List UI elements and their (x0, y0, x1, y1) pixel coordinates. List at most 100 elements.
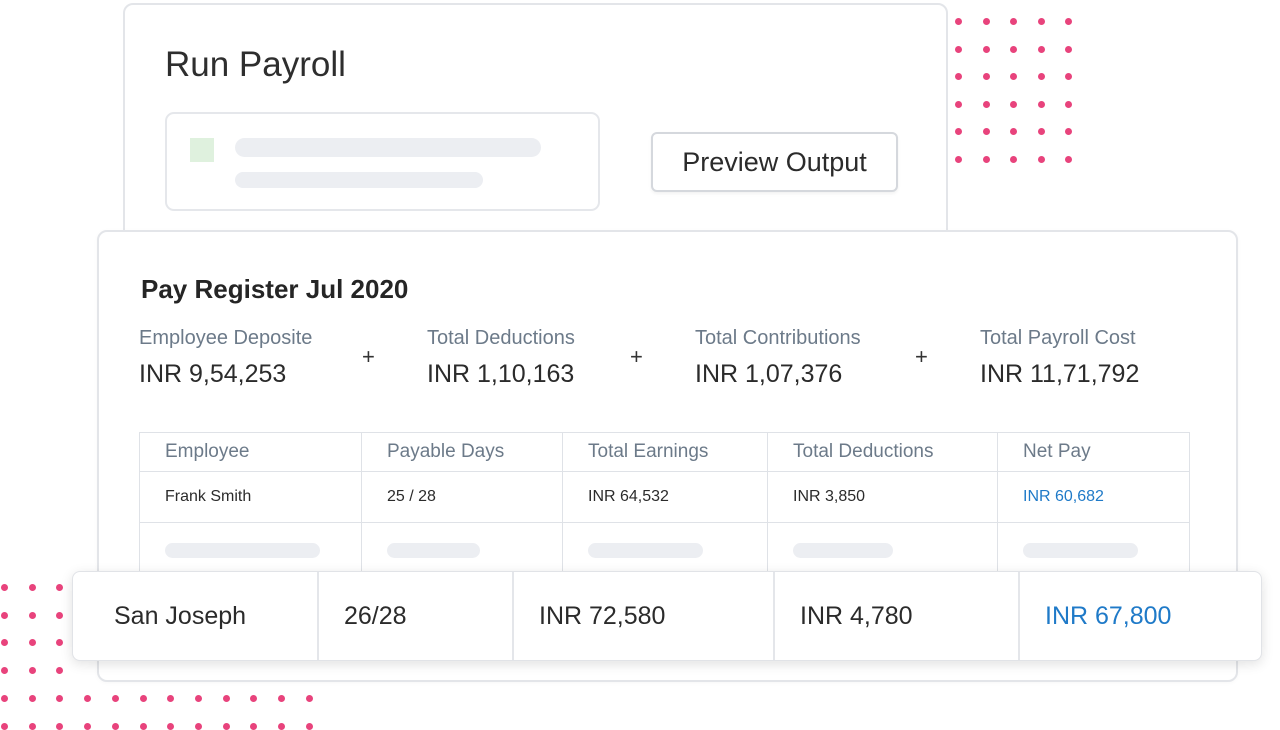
decorative-dot (1065, 155, 1072, 163)
decorative-dot (28, 611, 36, 619)
decorative-dot (955, 128, 962, 135)
cell-payable-days: 25 / 28 (362, 472, 563, 522)
run-payroll-title: Run Payroll (165, 45, 346, 84)
decorative-dot (56, 639, 64, 647)
decorative-dot (28, 667, 36, 675)
summary-total-payroll-cost: Total Payroll Cost INR 11,71,792 (980, 327, 1139, 389)
cell-employee: Frank Smith (140, 472, 362, 522)
decorative-dot (28, 584, 36, 591)
summary-value: INR 9,54,253 (139, 360, 287, 388)
decorative-dot (1, 722, 8, 730)
column-header-net-pay[interactable]: Net Pay (998, 433, 1189, 471)
highlighted-employee-row[interactable]: San Joseph 26/28 INR 72,580 INR 4,780 IN… (72, 571, 1262, 661)
highlight-cell-payable-days: 26/28 (319, 572, 514, 660)
decorative-dot (278, 722, 285, 730)
placeholder-checkbox (190, 138, 214, 162)
placeholder-line (235, 172, 483, 188)
decorative-dot (1, 694, 8, 702)
decorative-dot (139, 694, 147, 702)
column-header-total-deductions[interactable]: Total Deductions (768, 433, 998, 471)
cell-total-earnings: INR 64,532 (563, 472, 768, 522)
decorative-dot (222, 694, 230, 702)
decorative-dot (1037, 18, 1045, 25)
decorative-dot (167, 722, 175, 730)
plus-operator: + (915, 344, 928, 369)
decorative-dot (56, 584, 64, 591)
decorative-dot (278, 694, 285, 702)
decorative-dot (1, 639, 8, 647)
highlight-cell-net-pay-link[interactable]: INR 67,800 (1020, 572, 1261, 660)
decorative-dot (955, 155, 962, 163)
decorative-dot (305, 722, 313, 730)
decorative-dot (222, 722, 230, 730)
decorative-dot (305, 694, 313, 702)
decorative-dot (982, 73, 990, 80)
summary-employee-deposit: Employee Deposite INR 9,54,253 (139, 327, 312, 389)
plus-operator: + (362, 344, 375, 369)
decorative-dot (1037, 155, 1045, 163)
decorative-dot (955, 100, 962, 108)
decorative-dot (1010, 155, 1017, 163)
decorative-dot (1, 667, 8, 675)
decorative-dot (84, 722, 92, 730)
plus-operator: + (630, 344, 643, 369)
column-header-total-earnings[interactable]: Total Earnings (563, 433, 768, 471)
placeholder-cell (362, 523, 563, 577)
decorative-dot (1065, 45, 1072, 53)
column-header-payable-days[interactable]: Payable Days (362, 433, 563, 471)
run-payroll-card: Run Payroll Preview Output (123, 3, 948, 263)
placeholder-bar (1023, 542, 1138, 558)
decorative-dot (250, 694, 258, 702)
decorative-dot (1065, 73, 1072, 80)
decorative-dot (167, 694, 175, 702)
decorative-dot (1010, 18, 1017, 25)
summary-label: Total Contributions (695, 327, 861, 349)
decorative-dot (1037, 128, 1045, 135)
summary-total-contributions: Total Contributions INR 1,07,376 (695, 327, 861, 389)
decorative-dot (1065, 100, 1072, 108)
placeholder-cell (140, 523, 362, 577)
decorative-dot (982, 100, 990, 108)
decorative-dot (1065, 18, 1072, 25)
decorative-dot (1010, 100, 1017, 108)
placeholder-bar (165, 542, 320, 558)
decorative-dot (982, 45, 990, 53)
summary-total-deductions: Total Deductions INR 1,10,163 (427, 327, 575, 389)
placeholder-cell (768, 523, 998, 577)
highlight-cell-total-deductions: INR 4,780 (775, 572, 1020, 660)
placeholder-cell (998, 523, 1189, 577)
table-row[interactable]: Frank Smith 25 / 28 INR 64,532 INR 3,850… (140, 472, 1189, 523)
decorative-dot (250, 722, 258, 730)
pay-register-title: Pay Register Jul 2020 (141, 274, 409, 304)
placeholder-bar (793, 542, 893, 558)
highlight-cell-employee: San Joseph (73, 572, 319, 660)
summary-label: Employee Deposite (139, 327, 313, 349)
summary-label: Total Deductions (427, 327, 575, 349)
decorative-dot (28, 722, 36, 730)
decorative-dot (1010, 73, 1017, 80)
decorative-dot (955, 45, 962, 53)
preview-output-button[interactable]: Preview Output (651, 132, 898, 192)
cell-total-deductions: INR 3,850 (768, 472, 998, 522)
summary-value: INR 1,10,163 (427, 360, 575, 388)
summary-label: Total Payroll Cost (980, 327, 1136, 349)
decorative-dot (1065, 128, 1072, 135)
table-header-row: Employee Payable Days Total Earnings Tot… (140, 433, 1189, 472)
decorative-dot (111, 722, 119, 730)
decorative-dot (1037, 73, 1045, 80)
decorative-dot (194, 722, 202, 730)
decorative-dot (982, 155, 990, 163)
decorative-dot (139, 722, 147, 730)
decorative-dot (28, 639, 36, 647)
table-row-placeholder (140, 523, 1189, 577)
cell-net-pay-link[interactable]: INR 60,682 (998, 472, 1189, 522)
decorative-dot (56, 667, 64, 675)
placeholder-cell (563, 523, 768, 577)
decorative-dot (1010, 45, 1017, 53)
decorative-dot (955, 18, 962, 25)
decorative-dot (1037, 100, 1045, 108)
decorative-dot (1037, 45, 1045, 53)
decorative-dot (111, 694, 119, 702)
column-header-employee[interactable]: Employee (140, 433, 362, 471)
decorative-dot (955, 73, 962, 80)
